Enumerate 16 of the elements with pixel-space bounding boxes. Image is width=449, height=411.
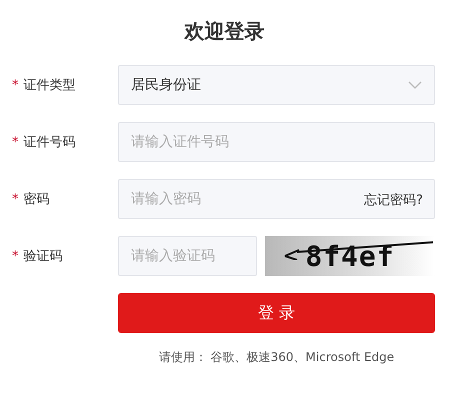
chevron-down-icon <box>408 80 422 90</box>
required-mark: * <box>12 192 18 206</box>
forgot-password-link[interactable]: 忘记密码? <box>364 191 423 209</box>
field-label: 证件类型 <box>24 77 76 94</box>
id-type-select[interactable]: 居民身份证 <box>118 65 435 105</box>
input-field[interactable]: 请输入证件号码 <box>118 122 435 162</box>
required-mark: * <box>12 134 18 150</box>
captcha-input-field[interactable]: 请输入验证码 <box>118 236 257 276</box>
field-label: 验证码 <box>24 248 62 265</box>
field-label: 密码 <box>24 191 50 208</box>
required-mark: * <box>12 248 18 264</box>
login-button[interactable]: 登 录 <box>118 293 435 333</box>
browser-hint: 请使用： 谷歌、极速360、Microsoft Edge <box>158 349 396 366</box>
page-title: 欢迎登录 <box>183 18 266 45</box>
required-mark: * <box>12 78 18 92</box>
field-label: 证件号码 <box>24 134 76 151</box>
